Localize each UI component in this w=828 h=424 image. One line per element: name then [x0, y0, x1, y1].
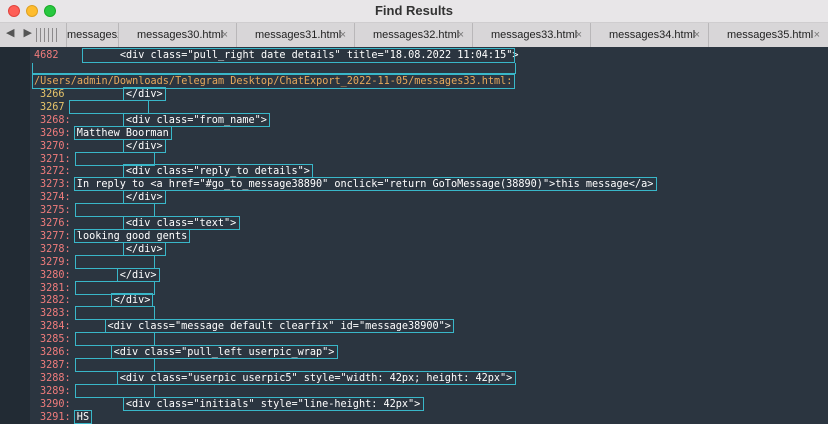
line-number: 3287:	[40, 359, 71, 371]
tab-label: messages35.html	[727, 29, 814, 41]
tab-label: messages29.html	[67, 29, 124, 41]
tab-messages31[interactable]: messages31.html ×	[236, 23, 354, 47]
tab-messages32[interactable]: messages32.html ×	[354, 23, 472, 47]
result-line[interactable]: 3267	[40, 101, 65, 114]
match-highlight	[123, 216, 240, 230]
match-highlight	[73, 177, 657, 192]
match-highlight	[104, 319, 455, 334]
match-highlight	[32, 74, 515, 89]
tab-messages30[interactable]: messages30.html ×	[118, 23, 236, 47]
match-highlight	[74, 383, 155, 398]
line-number: 3285:	[40, 334, 71, 346]
close-tab-icon[interactable]: ×	[576, 23, 582, 47]
close-tab-icon[interactable]: ×	[694, 23, 700, 47]
line-number: 3274:	[40, 192, 71, 204]
match-highlight	[82, 48, 515, 63]
result-line[interactable]: 3275:	[40, 204, 71, 217]
line-number: 3276:	[40, 218, 71, 229]
match-highlight	[74, 332, 155, 347]
line-number: 3270:	[40, 140, 71, 152]
close-tab-icon[interactable]: ×	[458, 23, 464, 47]
match-highlight	[110, 293, 154, 308]
tab-nav-arrows-icon[interactable]: ◀ ▶	[6, 26, 35, 39]
tab-messages29[interactable]: messages29.html	[66, 23, 124, 47]
result-line[interactable]: 3289:	[40, 385, 71, 398]
match-highlight	[123, 241, 166, 256]
tab-messages35[interactable]: messages35.html ×	[708, 23, 828, 47]
match-highlight	[74, 254, 155, 269]
match-highlight	[116, 267, 160, 282]
line-number: 3282:	[40, 295, 71, 307]
line-gutter	[0, 47, 30, 424]
line-number: 3286:	[40, 347, 71, 358]
match-highlight	[74, 280, 155, 295]
match-highlight	[68, 99, 149, 114]
find-results-editor[interactable]: 4682 <div class="pull_right date details…	[0, 47, 828, 424]
tab-messages34[interactable]: messages34.html ×	[590, 23, 708, 47]
tab-messages33[interactable]: messages33.html ×	[472, 23, 590, 47]
match-highlight	[123, 138, 166, 153]
match-highlight	[123, 87, 166, 101]
line-number: 3288:	[40, 372, 71, 384]
match-highlight	[74, 357, 155, 372]
line-number: 3284:	[40, 321, 71, 333]
match-highlight	[74, 306, 155, 321]
tab-label: messages31.html	[255, 29, 342, 41]
tab-label: messages33.html	[491, 29, 578, 41]
match-highlight	[73, 409, 93, 424]
match-highlight	[73, 125, 172, 140]
result-line[interactable]: 3271:	[40, 153, 71, 166]
match-highlight	[110, 345, 338, 359]
line-number: 3280:	[40, 269, 71, 281]
tab-grip-icon[interactable]	[36, 28, 60, 42]
line-number: 3283:	[40, 308, 71, 320]
close-tab-icon[interactable]: ×	[814, 23, 820, 47]
close-tab-icon[interactable]: ×	[222, 23, 228, 47]
match-highlight	[73, 228, 191, 243]
match-highlight	[32, 63, 516, 74]
line-number: 3277:	[40, 230, 71, 242]
line-number: 3289:	[40, 385, 71, 397]
line-number: 3267	[40, 101, 65, 113]
title-bar: Find Results	[0, 0, 828, 23]
line-number: 3281:	[40, 282, 71, 294]
result-line[interactable]: 3279:	[40, 256, 71, 269]
line-number: 3273:	[40, 179, 71, 191]
window-title: Find Results	[374, 3, 453, 18]
line-number: 3272:	[40, 166, 71, 178]
tab-label: messages30.html	[137, 29, 224, 41]
line-number: 3271:	[40, 153, 71, 165]
result-line[interactable]: 3287:	[40, 359, 71, 372]
match-highlight	[74, 151, 155, 166]
line-number: 3290:	[40, 398, 71, 410]
line-number: 3291:	[40, 411, 71, 423]
match-highlight	[123, 164, 314, 179]
line-number: 3278:	[40, 243, 71, 255]
match-highlight	[74, 203, 155, 218]
result-line[interactable]: 3285:	[40, 333, 71, 346]
result-line[interactable]: 3281:	[40, 282, 71, 295]
line-number: 3266	[40, 89, 65, 100]
close-tab-icon[interactable]: ×	[340, 23, 346, 47]
match-highlight	[123, 190, 166, 205]
line-number: 3275:	[40, 205, 71, 217]
match-highlight	[116, 370, 516, 385]
line-number: 3279:	[40, 256, 71, 268]
match-highlight	[123, 396, 424, 411]
result-line[interactable]: 3283:	[40, 307, 71, 320]
tab-label: messages32.html	[373, 29, 460, 41]
tab-label: messages34.html	[609, 29, 696, 41]
line-number: 3269:	[40, 127, 71, 139]
match-highlight	[123, 112, 271, 127]
line-number: 3268:	[40, 114, 71, 126]
tab-bar: ◀ ▶ messages29.html messages30.html × me…	[0, 23, 828, 48]
